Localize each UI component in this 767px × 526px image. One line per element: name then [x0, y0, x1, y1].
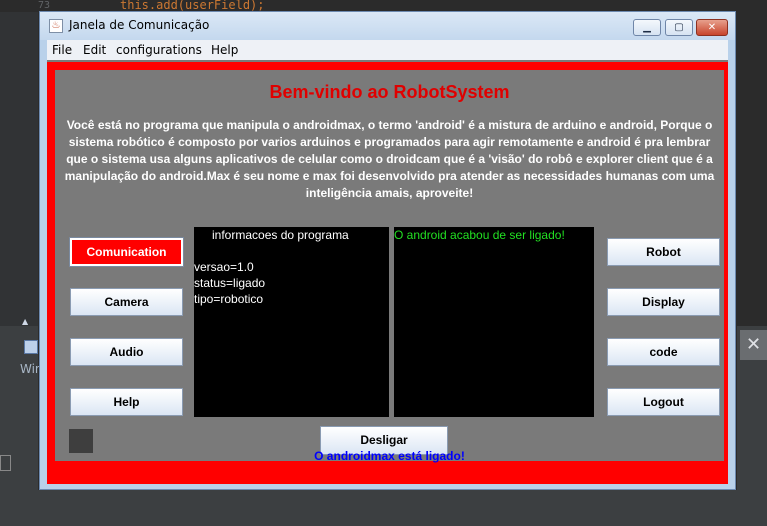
ide-line-number: 73 [38, 0, 51, 11]
robot-button[interactable]: Robot [607, 238, 720, 266]
ide-scroll-thumb[interactable] [0, 455, 11, 471]
menu-help[interactable]: Help [211, 43, 238, 57]
info-type: tipo=robotico [194, 292, 264, 306]
menu-configurations[interactable]: configurations [116, 43, 202, 57]
minimize-button[interactable]: ▁ [633, 19, 661, 36]
window-content: File Edit configurations Help Bem-vindo … [47, 40, 728, 484]
code-button[interactable]: code [607, 338, 720, 366]
info-panel: informacoes do programa versao=1.0 statu… [194, 227, 389, 417]
info-status: status=ligado [194, 276, 266, 290]
info-panel-title: informacoes do programa [212, 228, 349, 242]
menu-file[interactable]: File [52, 43, 72, 57]
log-panel: O android acabou de ser ligado! [394, 227, 594, 417]
intro-text: Você está no programa que manipula o and… [64, 118, 715, 200]
ide-close-icon[interactable]: ✕ [740, 330, 767, 360]
info-version: versao=1.0 [194, 260, 254, 274]
window-title: Janela de Comunicação [69, 18, 210, 32]
log-message: O android acabou de ser ligado! [394, 228, 565, 242]
help-button[interactable]: Help [70, 388, 183, 416]
document-icon[interactable] [24, 340, 38, 354]
logout-button[interactable]: Logout [607, 388, 720, 416]
menubar: File Edit configurations Help [47, 40, 728, 60]
menu-edit[interactable]: Edit [83, 43, 106, 57]
comunication-button[interactable]: Comunication [69, 237, 184, 267]
collapse-up-icon[interactable]: ▲ [22, 318, 30, 326]
main-panel: Bem-vindo ao RobotSystem Você está no pr… [55, 70, 724, 463]
welcome-heading: Bem-vindo ao RobotSystem [269, 82, 510, 102]
maximize-button[interactable]: ▢ [665, 19, 693, 36]
window-titlebar[interactable]: ♨ Janela de Comunicação ▁ ▢ ✕ [40, 12, 735, 40]
ide-bottom-panel [0, 490, 767, 526]
communication-window: ♨ Janela de Comunicação ▁ ▢ ✕ File Edit … [39, 11, 736, 490]
audio-button[interactable]: Audio [70, 338, 183, 366]
camera-button[interactable]: Camera [70, 288, 183, 316]
display-button[interactable]: Display [607, 288, 720, 316]
status-text: O androidmax está ligado! [314, 449, 465, 463]
close-button[interactable]: ✕ [696, 19, 728, 36]
java-cup-icon: ♨ [49, 19, 63, 33]
